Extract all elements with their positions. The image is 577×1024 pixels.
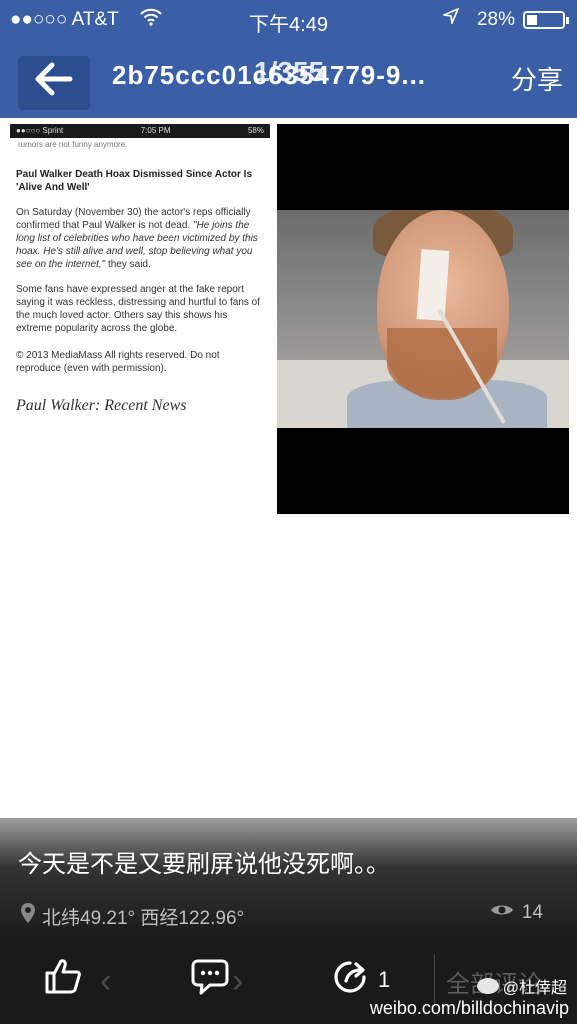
watermark-handle: @杜倖超: [476, 974, 567, 998]
article-paragraph-2: Some fans have expressed anger at the fa…: [16, 284, 261, 334]
action-bar: ‹ › 1 全部评论 @杜倖超 weibo.com/billdochinavip: [0, 940, 577, 1024]
embedded-battery: 58%: [247, 126, 264, 135]
location-row[interactable]: 北纬49.21° 西经122.96°: [20, 902, 244, 930]
battery-percent: 28%: [476, 9, 515, 30]
repost-count: 1: [378, 967, 391, 992]
article-paragraph: On Saturday (November 30) the actor's re…: [16, 206, 264, 271]
article-next-heading: Paul Walker: Recent News: [16, 397, 187, 414]
embedded-carrier: ●●○○○ Sprint: [16, 126, 64, 135]
back-button[interactable]: [18, 56, 90, 110]
embedded-status-bar: ●●○○○ Sprint 7:05 PM 58%: [10, 124, 270, 138]
like-button[interactable]: [44, 958, 82, 1000]
status-bar: ●●○○○ AT&T 下午4:49 28%: [0, 0, 577, 40]
top-bar: 2b75ccc01c6354779-9... 1/355 分享: [0, 40, 577, 118]
nose-tape: [416, 249, 450, 321]
article-screenshot: ●●○○○ Sprint 7:05 PM 58% rumors are not …: [10, 124, 270, 520]
share-button[interactable]: 分享: [511, 60, 563, 97]
comment-bubble-icon: [190, 958, 230, 1002]
battery-icon: [523, 11, 569, 29]
embedded-time: 7:05 PM: [140, 126, 171, 135]
watermark-url: weibo.com/billdochinavip: [369, 998, 569, 1018]
image-counter: 1/355: [254, 56, 325, 87]
image-viewer[interactable]: ●●○○○ Sprint 7:05 PM 58% rumors are not …: [0, 118, 577, 818]
caption-panel: 今天是不是又要刷屏说他没死啊。。 北纬49.21° 西经122.96° 14: [0, 818, 577, 940]
thumbs-up-icon: [44, 958, 82, 1000]
view-count: 14: [490, 902, 543, 924]
location-services-icon: [441, 7, 460, 29]
map-pin-icon: [20, 902, 36, 930]
comment-button[interactable]: [190, 958, 230, 1002]
post-caption: 今天是不是又要刷屏说他没死啊。。: [18, 850, 390, 878]
article-copyright: © 2013 MediaMass All rights reserved. Do…: [16, 350, 220, 374]
article-cut-text: rumors are not funny anymore.: [18, 140, 128, 149]
location-text: 北纬49.21° 西经122.96°: [42, 907, 245, 929]
article-headline: Paul Walker Death Hoax Dismissed Since A…: [16, 169, 253, 193]
prev-arrow-icon: ‹: [100, 962, 112, 1000]
view-count-number: 14: [521, 902, 543, 923]
next-arrow-icon: ›: [232, 962, 244, 1000]
eye-icon: [490, 902, 514, 924]
photo-scene: [277, 210, 569, 428]
repost-icon: [330, 958, 370, 1002]
paragraph-text-end: they said.: [105, 259, 151, 270]
weibo-logo-icon: [476, 978, 499, 994]
hospital-photo: [277, 124, 569, 514]
arrow-left-icon: [34, 61, 74, 106]
repost-button[interactable]: 1: [330, 958, 390, 1002]
watermark-handle-text: @杜倖超: [502, 980, 567, 997]
